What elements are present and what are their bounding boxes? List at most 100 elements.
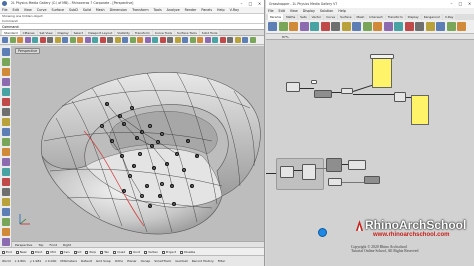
- toolbar-button-icon[interactable]: [137, 37, 143, 43]
- menu-item[interactable]: Mesh: [96, 7, 105, 13]
- gh-component-icon[interactable]: [268, 22, 277, 31]
- osnap-option[interactable]: End: [2, 248, 12, 255]
- sidebar-tool-icon[interactable]: [2, 78, 10, 86]
- status-item[interactable]: Grid Snap: [96, 256, 111, 266]
- component-tab[interactable]: Transform: [385, 14, 405, 20]
- gh-component[interactable]: [314, 90, 332, 98]
- gh-component-icon[interactable]: [383, 22, 393, 31]
- menu-item[interactable]: Solid: [83, 7, 91, 13]
- status-item[interactable]: y 1.981: [30, 256, 41, 266]
- toolbar-button-icon[interactable]: [114, 37, 121, 43]
- toolbar-button-icon[interactable]: [32, 37, 38, 43]
- component-tab[interactable]: Sets: [298, 14, 309, 20]
- sidebar-tool-icon[interactable]: [2, 158, 10, 166]
- osnap-option[interactable]: Project: [161, 248, 176, 255]
- toolbar-tab[interactable]: Viewport Layout: [85, 30, 115, 35]
- toolbar-tab[interactable]: Display: [55, 30, 71, 35]
- maximize-icon[interactable]: □: [246, 0, 255, 7]
- menu-item[interactable]: Curve: [37, 7, 47, 13]
- gh-component-icon[interactable]: [299, 22, 309, 31]
- close-icon[interactable]: ×: [255, 0, 264, 7]
- gh-component-icon[interactable]: [362, 22, 372, 31]
- status-item[interactable]: Ortho: [115, 256, 124, 266]
- toolbar-button-icon[interactable]: [69, 37, 76, 43]
- toolbar-tab[interactable]: Visibility: [115, 30, 132, 35]
- component-tab[interactable]: Display: [405, 14, 421, 20]
- toolbar-button-icon[interactable]: [242, 37, 248, 43]
- sidebar-tool-icon[interactable]: [2, 188, 10, 196]
- status-item[interactable]: Default: [81, 256, 92, 266]
- osnap-option[interactable]: Near: [15, 248, 27, 255]
- sidebar-tool-icon[interactable]: [2, 228, 10, 236]
- gh-component-icon[interactable]: [278, 22, 288, 31]
- menu-item[interactable]: SubD: [69, 7, 78, 13]
- menu-item[interactable]: V-Ray: [230, 7, 239, 13]
- osnap-option[interactable]: Int: [73, 248, 81, 255]
- toolbar-button-icon[interactable]: [39, 37, 46, 43]
- osnap-option[interactable]: Quad: [113, 248, 125, 255]
- menu-item[interactable]: File: [2, 7, 8, 13]
- checkbox-icon[interactable]: [129, 250, 133, 254]
- gh-component-icon[interactable]: [289, 22, 298, 31]
- osnap-option[interactable]: Vertex: [144, 248, 158, 255]
- sidebar-tool-icon[interactable]: [2, 118, 10, 126]
- gh-component-icon[interactable]: [331, 22, 340, 31]
- toolbar-button-icon[interactable]: [234, 37, 241, 43]
- toolbar-button-icon[interactable]: [17, 37, 23, 43]
- component-tab[interactable]: Intersect: [367, 14, 385, 20]
- osnap-option[interactable]: Perp: [85, 248, 96, 255]
- sidebar-tool-icon[interactable]: [2, 128, 10, 136]
- toolbar-button-icon[interactable]: [189, 37, 196, 43]
- toolbar-tab[interactable]: Curve Tools: [152, 30, 175, 35]
- checkbox-icon[interactable]: [113, 250, 117, 254]
- gh-component[interactable]: [341, 88, 353, 94]
- minimize-icon[interactable]: –: [237, 0, 246, 7]
- sidebar-tool-icon[interactable]: [2, 168, 10, 176]
- status-item[interactable]: Millimeters: [60, 256, 77, 266]
- gh-component-icon[interactable]: [457, 22, 466, 31]
- osnap-option[interactable]: Disable: [180, 248, 195, 255]
- toolbar-button-icon[interactable]: [197, 37, 203, 43]
- gh-component-icon[interactable]: [415, 22, 424, 31]
- component-tab[interactable]: V-Ray: [442, 14, 456, 20]
- toolbar-button-icon[interactable]: [144, 37, 151, 43]
- gh-panel-header[interactable]: [370, 54, 394, 59]
- perspective-viewport[interactable]: 3333456122638868882884522431235 Perspect…: [12, 46, 264, 241]
- menu-item[interactable]: Analyze: [167, 7, 180, 13]
- gh-component-icon[interactable]: [425, 22, 435, 31]
- toolbar-tab[interactable]: Transform: [132, 30, 152, 35]
- gh-component[interactable]: [311, 80, 317, 84]
- gh-component[interactable]: [364, 176, 380, 184]
- checkbox-icon[interactable]: [2, 250, 5, 254]
- gh-component-icon[interactable]: [436, 22, 445, 31]
- gh-component[interactable]: [348, 160, 366, 170]
- sidebar-tool-icon[interactable]: [2, 238, 10, 246]
- sidebar-tool-icon[interactable]: [2, 98, 10, 106]
- sidebar-tool-icon[interactable]: [2, 138, 10, 146]
- sidebar-tool-icon[interactable]: [2, 88, 10, 96]
- toolbar-button-icon[interactable]: [219, 37, 226, 43]
- gh-component[interactable]: [394, 92, 406, 102]
- toolbar-button-icon[interactable]: [24, 37, 31, 43]
- toolbar-button-icon[interactable]: [159, 37, 166, 43]
- toolbar-tab[interactable]: Solid Tools: [199, 30, 220, 35]
- sidebar-tool-icon[interactable]: [2, 148, 10, 156]
- close-icon[interactable]: ×: [465, 0, 474, 8]
- osnap-option[interactable]: Point: [30, 248, 42, 255]
- status-item[interactable]: Gumball: [175, 256, 188, 266]
- checkbox-icon[interactable]: [46, 250, 50, 254]
- toolbar-button-icon[interactable]: [77, 37, 83, 43]
- osnap-option[interactable]: Tan: [100, 248, 109, 255]
- toolbar-button-icon[interactable]: [62, 37, 68, 43]
- gh-panel-yellow[interactable]: [411, 95, 429, 125]
- sidebar-tool-icon[interactable]: [2, 58, 10, 66]
- gh-component[interactable]: [302, 164, 316, 180]
- viewport-title[interactable]: Perspective: [15, 48, 41, 54]
- gh-component[interactable]: [280, 166, 294, 178]
- canvas-zoom[interactable]: 87%: [282, 35, 289, 39]
- toolbar-button-icon[interactable]: [122, 37, 128, 43]
- gh-component-icon[interactable]: [352, 22, 361, 31]
- status-item[interactable]: Planar: [127, 256, 136, 266]
- gh-panel-yellow[interactable]: [372, 58, 392, 88]
- status-item[interactable]: SmartTrack: [154, 256, 171, 266]
